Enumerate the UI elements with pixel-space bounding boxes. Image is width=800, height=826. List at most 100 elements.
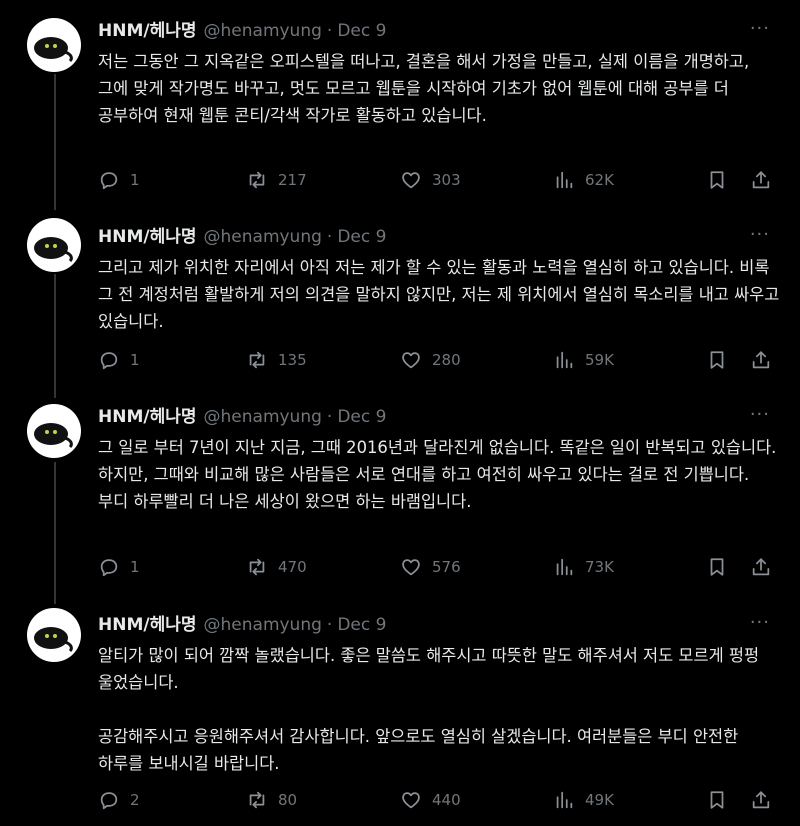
like-button[interactable]: 303 [400,168,461,192]
retweet-button[interactable]: 80 [246,788,297,812]
display-name[interactable]: HNM/헤나명 [98,18,197,44]
tweet-text: 그리고 제가 위치한 자리에서 아직 저는 제가 할 수 있는 활동과 노력을 … [98,258,785,331]
like-button[interactable]: 280 [400,348,461,372]
view-count: 73K [585,558,614,576]
bookmark-button[interactable] [706,555,728,579]
action-bar: 1 217 303 62K [98,168,780,192]
bar-chart-icon [556,558,573,576]
share-button[interactable] [750,168,772,192]
more-options-icon[interactable]: ··· [750,224,770,245]
like-count: 303 [432,171,461,189]
tweet-text: 저는 그동안 그 지옥같은 오피스텔을 떠나고, 결혼을 해서 가정을 만들고,… [98,52,755,125]
timestamp[interactable]: Dec 9 [337,612,386,638]
reply-button[interactable]: 1 [98,555,140,579]
handle[interactable]: @henamyung [204,404,322,430]
avatar[interactable] [27,404,81,458]
views-button[interactable]: 49K [553,788,614,812]
bookmark-button[interactable] [706,788,728,812]
tweet-text: 알티가 많이 되어 깜짝 놀랬습니다. 좋은 말씀도 해주시고 따뜻한 말도 해… [98,646,760,773]
speech-bubble-icon [100,792,118,810]
display-name[interactable]: HNM/헤나명 [98,224,197,250]
speech-bubble-icon [100,559,118,577]
timestamp[interactable]: Dec 9 [337,404,386,430]
tweet-header: HNM/헤나명 @henamyung · Dec 9 [98,404,780,430]
timestamp[interactable]: Dec 9 [337,224,386,250]
separator-dot: · [326,615,333,635]
retweet-button[interactable]: 135 [246,348,307,372]
like-count: 576 [432,558,461,576]
speech-bubble-icon [100,352,118,370]
heart-icon [402,172,420,189]
more-options-icon[interactable]: ··· [750,404,770,425]
retweet-count: 135 [278,351,307,369]
retweet-icon [249,171,265,189]
bar-chart-icon [556,791,573,809]
bar-chart-icon [556,171,573,189]
display-name[interactable]: HNM/헤나명 [98,612,197,638]
bookmark-icon [710,351,724,369]
bookmark-button[interactable] [706,348,728,372]
retweet-button[interactable]: 217 [246,168,307,192]
handle[interactable]: @henamyung [204,224,322,250]
heart-icon [402,559,420,576]
like-button[interactable]: 576 [400,555,461,579]
views-button[interactable]: 73K [553,555,614,579]
separator-dot: · [326,227,333,247]
like-count: 440 [432,791,461,809]
share-icon [752,351,770,369]
action-bar: 2 80 440 49K [98,788,780,812]
reply-count: 1 [130,171,140,189]
like-count: 280 [432,351,461,369]
action-bar: 1 135 280 59K [98,348,780,372]
bookmark-icon [710,171,724,189]
tweet-header: HNM/헤나명 @henamyung · Dec 9 [98,612,780,638]
view-count: 49K [585,791,614,809]
handle[interactable]: @henamyung [204,612,322,638]
views-button[interactable]: 62K [553,168,614,192]
action-bar: 1 470 576 73K [98,555,780,579]
handle[interactable]: @henamyung [204,18,322,44]
reply-count: 1 [130,351,140,369]
retweet-icon [249,558,265,576]
retweet-icon [249,791,265,809]
retweet-count: 217 [278,171,307,189]
view-count: 59K [585,351,614,369]
separator-dot: · [326,21,333,41]
bookmark-button[interactable] [706,168,728,192]
retweet-count: 470 [278,558,307,576]
more-options-icon[interactable]: ··· [750,18,770,39]
share-button[interactable] [750,788,772,812]
share-icon [752,791,770,809]
tweet-header: HNM/헤나명 @henamyung · Dec 9 [98,224,780,250]
retweet-count: 80 [278,791,298,809]
share-button[interactable] [750,348,772,372]
avatar[interactable] [27,218,81,272]
reply-count: 2 [130,791,140,809]
bookmark-icon [710,558,724,576]
reply-count: 1 [130,558,140,576]
share-icon [752,558,770,576]
tweet-header: HNM/헤나명 @henamyung · Dec 9 [98,18,780,44]
heart-icon [402,792,420,809]
avatar[interactable] [27,18,81,72]
tweet-text: 그 일로 부터 7년이 지난 지금, 그때 2016년과 달라진게 없습니다. … [98,438,782,511]
reply-button[interactable]: 1 [98,168,140,192]
thread-line [54,274,56,398]
more-options-icon[interactable]: ··· [750,612,770,633]
retweet-button[interactable]: 470 [246,555,307,579]
reply-button[interactable]: 1 [98,348,140,372]
view-count: 62K [585,171,614,189]
separator-dot: · [326,407,333,427]
timestamp[interactable]: Dec 9 [337,18,386,44]
avatar[interactable] [27,608,81,662]
thread-line [54,74,56,210]
speech-bubble-icon [100,172,118,190]
share-button[interactable] [750,555,772,579]
like-button[interactable]: 440 [400,788,461,812]
share-icon [752,171,770,189]
display-name[interactable]: HNM/헤나명 [98,404,197,430]
views-button[interactable]: 59K [553,348,614,372]
bar-chart-icon [556,351,573,369]
reply-button[interactable]: 2 [98,788,140,812]
bookmark-icon [710,791,724,809]
